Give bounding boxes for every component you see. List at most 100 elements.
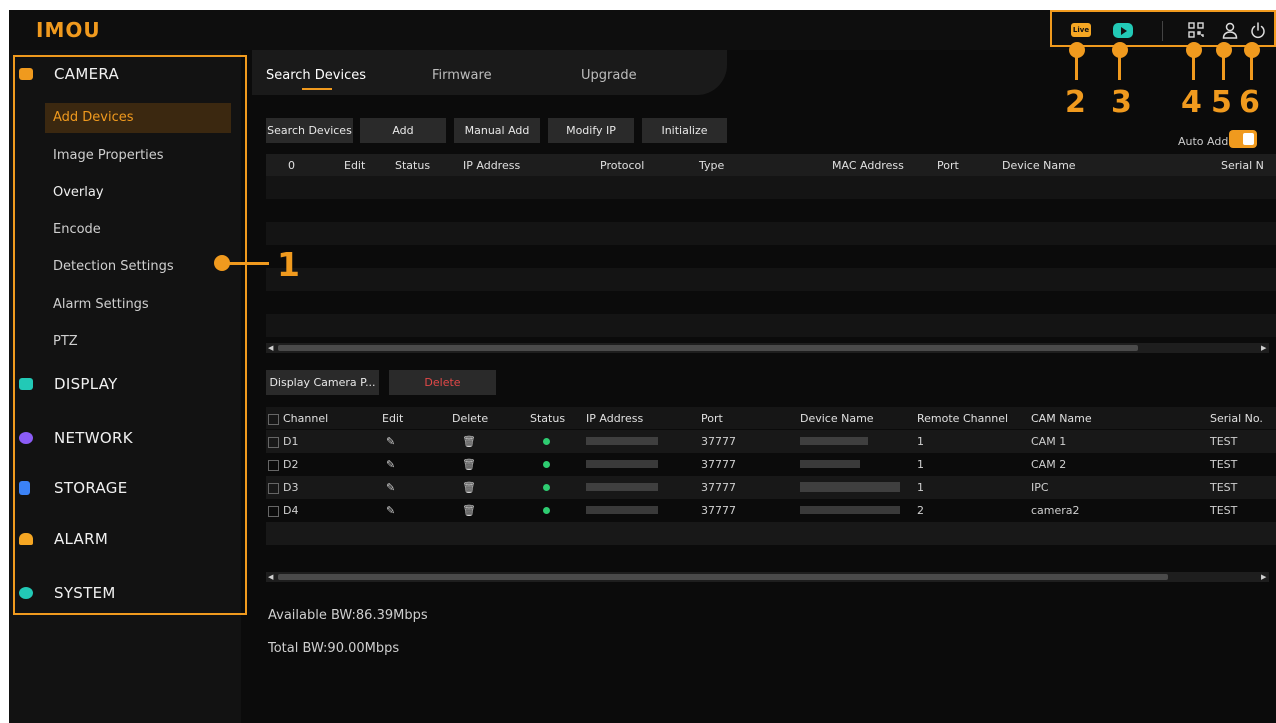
table-row[interactable] (266, 545, 1276, 568)
ip-address-redacted (586, 460, 658, 468)
port-cell: 37777 (701, 481, 736, 494)
channel-cell[interactable]: D1 (268, 435, 298, 448)
tab-upgrade[interactable]: Upgrade (581, 68, 637, 83)
trash-icon[interactable]: 🗑 (462, 458, 476, 471)
device-name-redacted (800, 506, 900, 514)
table-row[interactable]: D3 ✎ 🗑 37777 1 IPC TEST (266, 476, 1276, 499)
cam-name-cell: CAM 2 (1031, 458, 1067, 471)
channel-value: D2 (283, 458, 299, 471)
status-online-icon (543, 507, 550, 514)
annotation-number-1: 1 (277, 245, 300, 284)
edit-icon[interactable]: ✎ (386, 458, 395, 471)
channel-header: Channel (283, 412, 329, 425)
column-header: IP Address (586, 412, 644, 425)
annotation-number-3: 3 (1111, 85, 1132, 120)
annotation-sidebar-highlight (13, 55, 247, 615)
trash-icon[interactable]: 🗑 (462, 504, 476, 517)
modify-ip-button[interactable]: Modify IP (548, 118, 634, 143)
port-cell: 37777 (701, 458, 736, 471)
column-header: Edit (382, 412, 404, 425)
ip-address-redacted (586, 437, 658, 445)
device-name-redacted (800, 437, 868, 445)
annotation-line (1118, 54, 1121, 80)
channel-cell[interactable]: D4 (268, 504, 298, 517)
row-checkbox[interactable] (268, 436, 279, 448)
total-bandwidth: Total BW:90.00Mbps (268, 641, 400, 656)
manual-add-button[interactable]: Manual Add (454, 118, 540, 143)
scroll-right-icon[interactable]: ▶ (1261, 343, 1269, 353)
column-header: Protocol (600, 159, 645, 172)
row-checkbox[interactable] (268, 482, 279, 494)
channel-value: D4 (283, 504, 299, 517)
serial-cell: TEST (1210, 458, 1238, 471)
table-header: 0 Edit Status IP Address Protocol Type M… (266, 154, 1276, 176)
ip-address-redacted (586, 483, 658, 491)
column-header[interactable]: Channel (268, 412, 328, 425)
edit-icon[interactable]: ✎ (386, 435, 395, 448)
scroll-left-icon[interactable]: ◀ (268, 572, 276, 582)
add-button[interactable]: Add (360, 118, 446, 143)
scroll-right-icon[interactable]: ▶ (1261, 572, 1269, 582)
table-row[interactable] (266, 176, 1276, 199)
delete-button[interactable]: Delete (389, 370, 496, 395)
search-devices-button[interactable]: Search Devices (266, 118, 353, 143)
table-header: Channel Edit Delete Status IP Address Po… (266, 407, 1276, 429)
annotation-line (1222, 54, 1225, 80)
initialize-button[interactable]: Initialize (642, 118, 727, 143)
annotation-number-4: 4 (1181, 85, 1202, 120)
channel-cell[interactable]: D2 (268, 458, 298, 471)
table-row[interactable] (266, 522, 1276, 545)
device-name-redacted (800, 460, 860, 468)
display-camera-button[interactable]: Display Camera P... (266, 370, 379, 395)
port-cell: 37777 (701, 504, 736, 517)
horizontal-scrollbar[interactable]: ◀ ▶ (266, 343, 1269, 353)
table-row[interactable]: D1 ✎ 🗑 37777 1 CAM 1 TEST (266, 430, 1276, 453)
select-all-checkbox[interactable] (268, 413, 279, 425)
trash-icon[interactable]: 🗑 (462, 481, 476, 494)
annotation-number-5: 5 (1211, 85, 1232, 120)
table-row[interactable]: D4 ✎ 🗑 37777 2 camera2 TEST (266, 499, 1276, 522)
table-row[interactable] (266, 245, 1276, 268)
status-online-icon (543, 438, 550, 445)
column-header: IP Address (463, 159, 521, 172)
ip-address-redacted (586, 506, 658, 514)
auto-add-label: Auto Add (1178, 135, 1229, 148)
annotation-number-2: 2 (1065, 85, 1086, 120)
table-row[interactable] (266, 314, 1276, 337)
table-row[interactable]: D2 ✎ 🗑 37777 1 CAM 2 TEST (266, 453, 1276, 476)
table-row[interactable] (266, 199, 1276, 222)
column-header: Type (699, 159, 725, 172)
tab-search-devices[interactable]: Search Devices (266, 68, 366, 83)
edit-icon[interactable]: ✎ (386, 481, 395, 494)
serial-cell: TEST (1210, 504, 1238, 517)
status-online-icon (543, 484, 550, 491)
column-header: MAC Address (832, 159, 904, 172)
channel-cell[interactable]: D3 (268, 481, 298, 494)
column-header: Port (701, 412, 723, 425)
edit-icon[interactable]: ✎ (386, 504, 395, 517)
remote-channel-cell: 1 (917, 435, 924, 448)
column-header[interactable]: 0 (288, 159, 295, 172)
annotation-number-6: 6 (1239, 85, 1260, 120)
table-row[interactable] (266, 268, 1276, 291)
row-checkbox[interactable] (268, 459, 279, 471)
table-row[interactable] (266, 222, 1276, 245)
tab-firmware[interactable]: Firmware (432, 68, 492, 83)
column-header: Device Name (1002, 159, 1076, 172)
trash-icon[interactable]: 🗑 (462, 435, 476, 448)
horizontal-scrollbar[interactable]: ◀ ▶ (266, 572, 1269, 582)
column-header: Delete (452, 412, 489, 425)
column-header: Status (530, 412, 566, 425)
column-header: Remote Channel (917, 412, 1009, 425)
serial-cell: TEST (1210, 481, 1238, 494)
scroll-left-icon[interactable]: ◀ (268, 343, 276, 353)
scrollbar-thumb[interactable] (278, 345, 1138, 351)
row-checkbox[interactable] (268, 505, 279, 517)
auto-add-toggle[interactable] (1229, 130, 1257, 148)
remote-channel-cell: 1 (917, 458, 924, 471)
table-row[interactable] (266, 291, 1276, 314)
tab-bar: Search Devices Firmware Upgrade (252, 50, 727, 95)
column-header: Serial N (1221, 159, 1264, 172)
device-name-redacted (800, 482, 900, 492)
scrollbar-thumb[interactable] (278, 574, 1168, 580)
